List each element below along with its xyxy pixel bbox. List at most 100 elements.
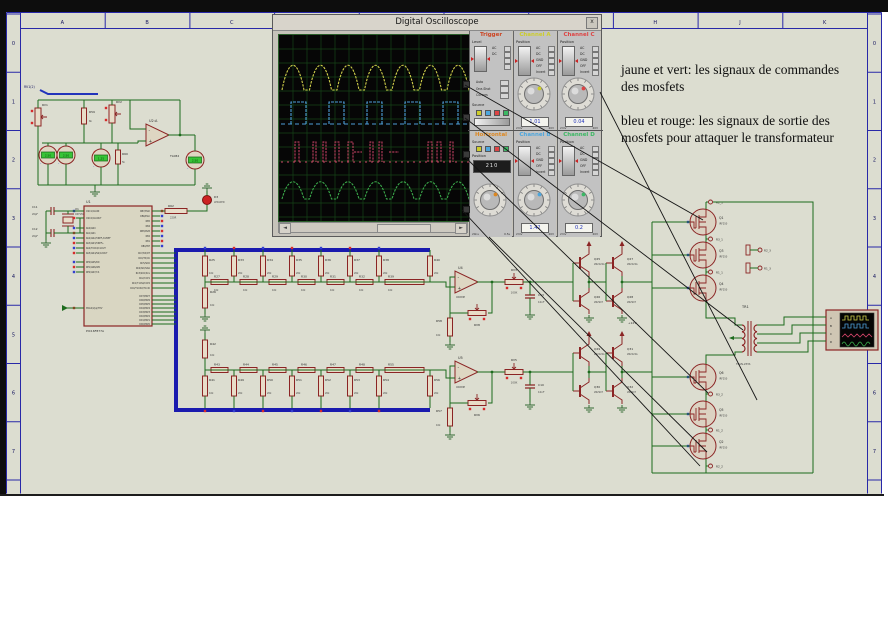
label: RA4/T0CKI/C1OUT: [86, 247, 106, 250]
pin-state-dot: [104, 106, 108, 110]
trace-yellow: [281, 65, 475, 91]
channel-value-display: 1.42: [521, 223, 549, 233]
label: C10: [538, 383, 544, 387]
pin-state-dot: [72, 251, 76, 255]
position-slider[interactable]: [559, 146, 578, 176]
pot-body: [504, 369, 524, 375]
channel-connector[interactable]: [463, 81, 470, 88]
resistor-body: [202, 287, 208, 309]
trigger-slider[interactable]: [474, 118, 510, 126]
ground-symbol: [584, 405, 594, 413]
transformer-secondary: [753, 324, 758, 353]
label: 2N2907: [627, 391, 637, 394]
label: 100K: [511, 381, 518, 385]
label: +: [458, 376, 462, 382]
scroll-right-icon[interactable]: ►: [455, 223, 467, 234]
trigger-mode-buttons[interactable]: Auto One-Shot Cursors: [476, 79, 510, 99]
label: RA3/AN3/VREF+: [86, 242, 104, 245]
resistor-body: [115, 149, 121, 165]
label: R54: [383, 378, 389, 382]
label: R49: [238, 378, 244, 382]
capacitor-plates: [525, 384, 535, 389]
coupling-buttons[interactable]: AC DC GND OFF Invert: [580, 45, 600, 76]
label: RD4/PSP4: [139, 307, 150, 310]
pin-state-dot: [72, 226, 76, 230]
ruler-column-label: K: [823, 20, 827, 26]
pot-body: [108, 104, 116, 124]
pin-state-dot: [30, 121, 34, 125]
knob[interactable]: [561, 77, 595, 111]
resistor-body: [202, 339, 208, 359]
label: R47: [330, 363, 336, 367]
scope-horizontal-scrollbar[interactable]: ◄ ►: [278, 222, 468, 234]
coupling-buttons[interactable]: AC DC GND OFF Invert: [536, 45, 556, 76]
label: RD6/PSP6: [139, 299, 150, 302]
label: R32: [359, 275, 365, 279]
label: RD2/PSP2: [139, 315, 150, 318]
resistor-body: [318, 255, 324, 277]
label: R57: [436, 409, 442, 413]
label: 2N2222A: [627, 263, 638, 266]
position-slider[interactable]: [515, 146, 534, 176]
label: 2N2222A: [627, 353, 638, 356]
scroll-thumb[interactable]: [377, 224, 431, 233]
channel-connector[interactable]: [463, 206, 470, 213]
label: R52: [325, 378, 331, 382]
oscilloscope-window[interactable]: Digital Oscilloscope x ◄ ► Trigger Level AC…: [272, 14, 603, 237]
pin-state-dot: [72, 236, 76, 240]
label: R53: [354, 378, 360, 382]
pin-state-dot: [203, 409, 207, 413]
pin-state-dot: [160, 239, 164, 243]
label: R37: [354, 258, 360, 262]
scroll-left-icon[interactable]: ◄: [279, 223, 291, 234]
label: RC1/T1OSI/CCP2: [132, 282, 151, 285]
voltmeter-value: 1.25: [98, 157, 104, 161]
position-label: Position: [560, 140, 574, 144]
label: R2_2: [716, 465, 723, 469]
label: RB2: [146, 235, 151, 238]
label: U1: [86, 200, 91, 204]
trigger-coupling[interactable]: AC DC: [492, 45, 512, 70]
position-slider[interactable]: [559, 46, 578, 76]
label: Q4: [719, 282, 724, 286]
resistor-body: [376, 255, 382, 277]
ruler-column-label: A: [61, 20, 65, 26]
label: IRF250: [719, 256, 728, 259]
label: Q25: [594, 257, 600, 261]
label: 20pF: [32, 235, 39, 238]
level-slider[interactable]: [471, 46, 490, 72]
oscilloscope-titlebar[interactable]: Digital Oscilloscope x: [273, 15, 601, 31]
annotation-line: bleu et rouge: les signaux de sortie des: [621, 113, 830, 128]
proteus-workspace: ABCDEFGHJK0011223344556677RV1(2)RV1R596k…: [0, 0, 888, 635]
knob[interactable]: [561, 183, 595, 217]
label: R56: [434, 378, 440, 382]
close-icon[interactable]: x: [586, 17, 598, 29]
coupling-buttons[interactable]: AC DC GND OFF Invert: [580, 145, 600, 176]
label: R1_3: [764, 267, 771, 271]
source-select-dots[interactable]: [476, 110, 509, 116]
pin-state-dot: [30, 109, 34, 113]
terminal-icon: [757, 265, 763, 271]
knob[interactable]: [517, 183, 551, 217]
panel-divider: [468, 130, 603, 131]
channel-connector[interactable]: [463, 151, 470, 158]
resistor-body: [427, 255, 433, 277]
label: 10k: [210, 354, 215, 357]
label: PIC16F877A: [86, 329, 105, 333]
channel-panel: Channel B Position AC DC GND OFF Invert 1.42 2mV…: [513, 131, 556, 237]
label: RC0/T1OSO/T1CKI: [130, 287, 150, 290]
label: RD0/PSP0: [139, 323, 150, 326]
pin-state-dot: [261, 409, 265, 413]
label: Q28: [627, 295, 633, 299]
coupling-buttons[interactable]: AC DC GND OFF Invert: [536, 145, 556, 176]
position-slider[interactable]: [515, 46, 534, 76]
label: R51: [296, 378, 302, 382]
channel-connector[interactable]: [463, 114, 470, 121]
knob[interactable]: [517, 77, 551, 111]
label: RB3/PGM: [140, 230, 150, 233]
label: RE2/AN7/CS: [86, 271, 100, 274]
source-select-dots[interactable]: [476, 146, 509, 152]
transformer-primary: [741, 324, 746, 353]
label: Q32: [627, 385, 633, 389]
knob[interactable]: [473, 183, 507, 217]
